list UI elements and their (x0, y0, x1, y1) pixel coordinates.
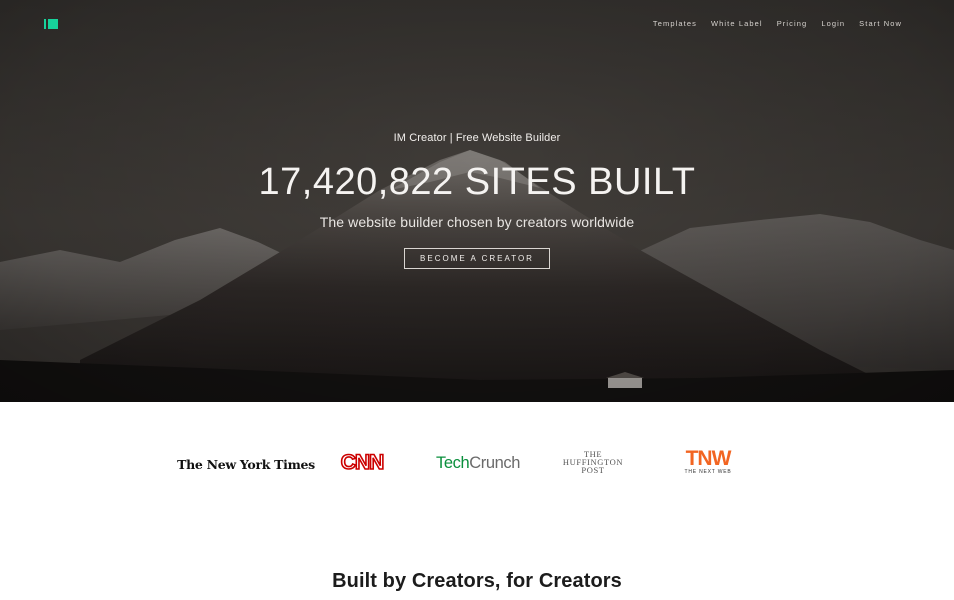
hero-subhead: The website builder chosen by creators w… (319, 214, 635, 230)
huff-line-3: POST (581, 465, 605, 475)
hero-headline: 17,420,822 SITES BUILT (258, 161, 696, 203)
logo-block (48, 19, 58, 29)
section-title: Built by Creators, for Creators (332, 570, 622, 592)
imcreator-logo-icon[interactable] (44, 19, 58, 29)
tnw-tagline: THE NEXT WEB (684, 468, 732, 475)
nav-templates[interactable]: Templates (653, 19, 697, 29)
logo-bar (44, 19, 46, 29)
techcrunch-logo: Tech Crunch (433, 453, 523, 473)
cnn-logo: CNN (340, 450, 385, 475)
top-nav: Templates White Label Pricing Login Star… (653, 19, 902, 29)
techcrunch-tech: Tech (435, 453, 470, 472)
tnw-mark: TNW (685, 446, 732, 470)
nav-white-label[interactable]: White Label (711, 19, 763, 29)
nyt-logo: The New York Times (177, 456, 315, 472)
techcrunch-crunch: Crunch (469, 453, 521, 472)
nav-pricing[interactable]: Pricing (777, 19, 808, 29)
tnw-logo: TNW THE NEXT WEB (677, 447, 739, 477)
become-a-creator-button[interactable]: BECOME A CREATOR (404, 248, 550, 269)
press-logos: The New York Times CNN Tech Crunch THE HU… (0, 402, 954, 532)
huffington-post-logo: THE HUFFINGTON POST (556, 448, 630, 476)
nav-login[interactable]: Login (821, 19, 845, 29)
nav-start-now[interactable]: Start Now (859, 19, 902, 29)
hero-eyebrow: IM Creator | Free Website Builder (393, 132, 561, 144)
hero-section: Templates White Label Pricing Login Star… (0, 0, 954, 402)
